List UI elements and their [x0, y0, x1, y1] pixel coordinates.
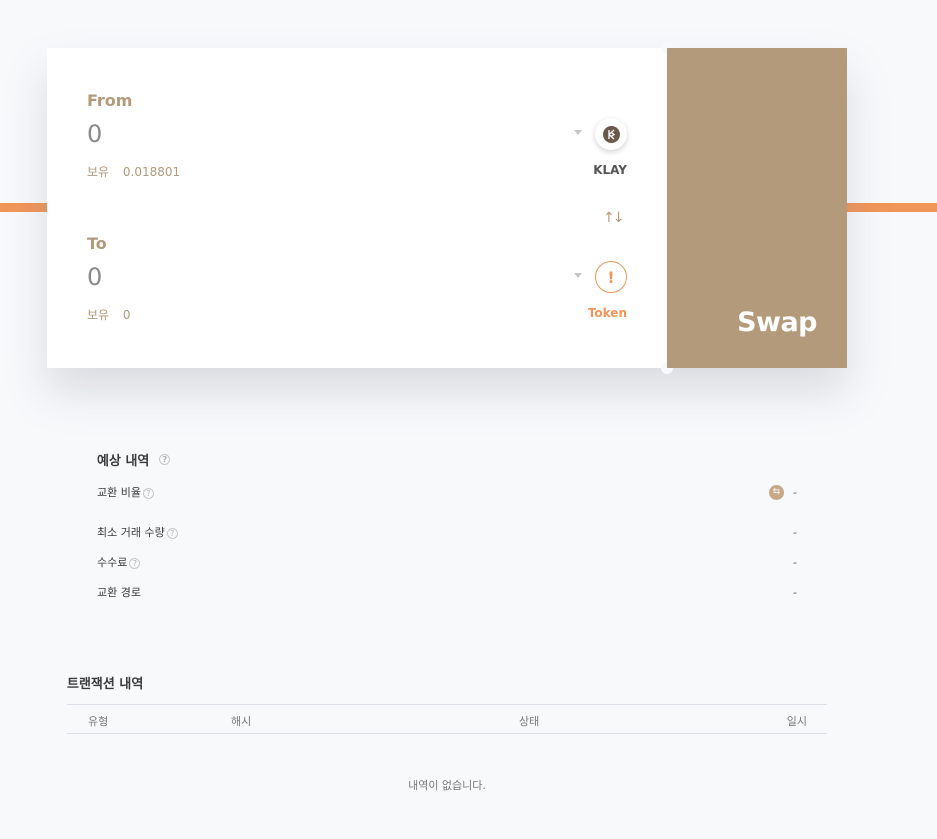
estimate-row-label: 교환 경로 — [97, 586, 141, 599]
estimate-row-label: 교환 비율 — [97, 486, 141, 499]
estimate-row-value: - — [793, 525, 797, 539]
from-balance-label: 보유 — [87, 165, 110, 179]
transactions-table-header: 유형 해시 상태 일시 — [67, 704, 827, 734]
switch-direction-icon[interactable]: ↑↓ — [603, 210, 625, 226]
to-token-selector[interactable]: ! — [595, 261, 627, 293]
column-header-date: 일시 — [786, 715, 807, 728]
from-token-dropdown-caret-icon[interactable] — [574, 130, 582, 135]
from-token-symbol: KLAY — [593, 163, 627, 177]
estimate-row-value: - — [793, 555, 797, 569]
estimate-row-route: 교환 경로 - — [97, 584, 797, 600]
to-token-symbol: Token — [587, 306, 627, 320]
from-token-selector[interactable] — [595, 118, 627, 150]
from-balance: 보유 0.018801 — [87, 163, 180, 180]
to-balance-value: 0 — [122, 308, 131, 322]
help-icon[interactable]: ? — [142, 487, 154, 499]
estimate-row-value: - — [793, 585, 797, 599]
swap-card: From 보유 0.018801 KLAY ↑↓ To ! 보유 0 Toke — [47, 42, 847, 374]
warning-icon: ! — [607, 267, 615, 287]
estimate-row-fee: 수수료? - — [97, 554, 797, 570]
from-amount-input[interactable] — [87, 116, 547, 152]
swap-rate-toggle-icon[interactable]: ⇆ — [769, 484, 785, 500]
swap-form-panel: From 보유 0.018801 KLAY ↑↓ To ! 보유 0 Toke — [47, 42, 673, 374]
to-amount-input[interactable] — [87, 259, 547, 295]
swap-button-label: Swap — [737, 307, 817, 338]
to-label: To — [87, 234, 107, 253]
help-icon[interactable]: ? — [129, 557, 141, 569]
estimate-row-value: - — [793, 485, 797, 499]
column-header-hash: 해시 — [231, 715, 252, 728]
help-icon[interactable]: ? — [166, 527, 178, 539]
column-header-type: 유형 — [88, 715, 109, 728]
transactions-title: 트랜잭션 내역 — [67, 677, 144, 692]
estimate-row-label: 최소 거래 수량 — [97, 526, 165, 539]
transactions-empty-message: 내역이 없습니다. — [408, 779, 486, 792]
column-header-status: 상태 — [519, 715, 540, 728]
from-label: From — [87, 91, 133, 110]
to-token-dropdown-caret-icon[interactable] — [574, 273, 582, 278]
estimate-row-min-amount: 최소 거래 수량? - — [97, 524, 797, 540]
swap-button[interactable]: Swap — [667, 48, 847, 368]
estimate-section: 예상 내역 ? 교환 비율? ⇆ - 최소 거래 수량? - 수수료? - 교환… — [97, 450, 797, 599]
help-icon[interactable]: ? — [159, 454, 171, 465]
estimate-title-text: 예상 내역 — [97, 454, 150, 469]
estimate-row-label: 수수료 — [97, 556, 128, 569]
klay-logo-icon — [602, 125, 620, 143]
estimate-row-rate: 교환 비율? ⇆ - — [97, 484, 797, 500]
to-balance-label: 보유 — [87, 308, 110, 322]
to-balance: 보유 0 — [87, 306, 131, 323]
from-balance-value: 0.018801 — [122, 165, 181, 179]
estimate-title: 예상 내역 ? — [97, 450, 797, 469]
